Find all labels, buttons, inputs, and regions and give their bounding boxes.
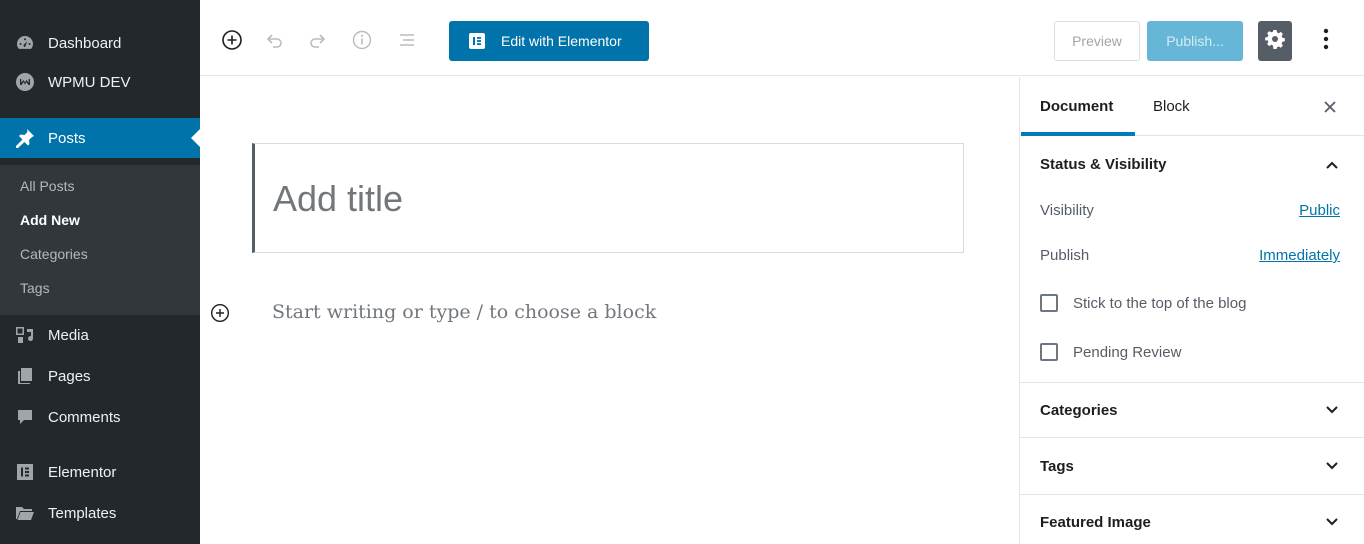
tags-panel-toggle[interactable]: Tags	[1040, 458, 1074, 475]
tab-block[interactable]: Block	[1153, 98, 1190, 115]
divider	[1020, 437, 1364, 438]
chevron-up-icon[interactable]	[1320, 153, 1344, 177]
editor-canvas: Add title Start writing or type / to cho…	[200, 77, 1019, 544]
elementor-icon	[14, 462, 36, 482]
menu-item-templates[interactable]: Templates	[0, 493, 200, 533]
chevron-down-icon[interactable]	[1320, 398, 1344, 422]
dashboard-icon	[14, 33, 36, 53]
submenu-categories[interactable]: Categories	[20, 246, 88, 262]
pending-review-label[interactable]: Pending Review	[1073, 344, 1181, 361]
divider	[1020, 494, 1364, 495]
menu-item-label: Dashboard	[48, 34, 122, 52]
chevron-down-icon[interactable]	[1320, 510, 1344, 534]
status-visibility-toggle[interactable]: Status & Visibility	[1040, 156, 1166, 173]
submenu-all-posts[interactable]: All Posts	[20, 178, 74, 194]
visibility-link[interactable]: Public	[1299, 202, 1340, 219]
menu-item-label: Pages	[48, 367, 91, 385]
menu-item-label: Elementor	[48, 463, 117, 481]
more-options-button[interactable]	[1316, 26, 1336, 56]
menu-item-label: Posts	[48, 129, 86, 147]
wpmudev-icon	[14, 72, 36, 92]
menu-item-pages[interactable]: Pages	[0, 356, 200, 396]
preview-button[interactable]: Preview	[1054, 21, 1140, 61]
pending-review-checkbox[interactable]	[1040, 343, 1058, 361]
folder-icon	[14, 503, 36, 523]
publish-button[interactable]: Publish...	[1147, 21, 1243, 61]
block-inserter-icon[interactable]	[209, 302, 231, 324]
block-placeholder[interactable]: Start writing or type / to choose a bloc…	[272, 301, 656, 323]
chevron-down-icon[interactable]	[1320, 454, 1344, 478]
menu-item-wpmudev[interactable]: WPMU DEV	[0, 62, 200, 102]
featured-image-panel-toggle[interactable]: Featured Image	[1040, 514, 1151, 531]
media-icon	[14, 325, 36, 345]
settings-sidebar: Document Block Status & Visibility Visib…	[1019, 77, 1364, 544]
outline-icon[interactable]	[395, 28, 419, 52]
info-icon[interactable]	[350, 28, 374, 52]
menu-item-posts[interactable]: Posts	[0, 118, 200, 158]
pin-icon	[14, 128, 36, 148]
editor-toolbar: Edit with Elementor Preview Publish...	[200, 0, 1364, 76]
undo-icon[interactable]	[262, 28, 286, 52]
submenu-add-new[interactable]: Add New	[20, 212, 80, 228]
pages-icon	[14, 366, 36, 386]
close-icon[interactable]	[1318, 95, 1342, 119]
elementor-button-label: Edit with Elementor	[501, 33, 622, 49]
menu-item-label: Media	[48, 326, 89, 344]
admin-sidebar: Dashboard WPMU DEV Posts All Posts Add N…	[0, 0, 200, 544]
posts-submenu: All Posts Add New Categories Tags	[0, 165, 200, 315]
post-title-placeholder: Add title	[273, 178, 404, 219]
menu-item-dashboard[interactable]: Dashboard	[0, 23, 200, 63]
post-title-field[interactable]: Add title	[252, 143, 964, 253]
tab-document[interactable]: Document	[1040, 98, 1113, 115]
submenu-tags[interactable]: Tags	[20, 280, 50, 296]
publish-label: Publish	[1040, 247, 1090, 264]
sticky-label[interactable]: Stick to the top of the blog	[1073, 295, 1246, 312]
divider	[1020, 382, 1364, 383]
edit-with-elementor-button[interactable]: Edit with Elementor	[449, 21, 649, 61]
menu-item-label: Templates	[48, 504, 117, 522]
settings-button[interactable]	[1258, 21, 1292, 61]
add-block-icon[interactable]	[220, 28, 244, 52]
menu-item-label: WPMU DEV	[48, 73, 131, 91]
gear-icon	[1265, 29, 1285, 54]
categories-panel-toggle[interactable]: Categories	[1040, 402, 1118, 419]
more-vertical-icon	[1323, 28, 1329, 55]
menu-item-elementor[interactable]: Elementor	[0, 452, 200, 492]
elementor-icon	[469, 33, 485, 49]
redo-icon[interactable]	[306, 28, 330, 52]
menu-item-label: Comments	[48, 408, 121, 426]
visibility-label: Visibility	[1040, 202, 1094, 219]
menu-item-media[interactable]: Media	[0, 315, 200, 355]
active-tab-indicator	[1021, 132, 1135, 136]
menu-item-comments[interactable]: Comments	[0, 397, 200, 437]
sticky-checkbox[interactable]	[1040, 294, 1058, 312]
sidebar-tabs: Document Block	[1020, 77, 1364, 136]
comments-icon	[14, 407, 36, 427]
publish-date-link[interactable]: Immediately	[1259, 247, 1340, 264]
